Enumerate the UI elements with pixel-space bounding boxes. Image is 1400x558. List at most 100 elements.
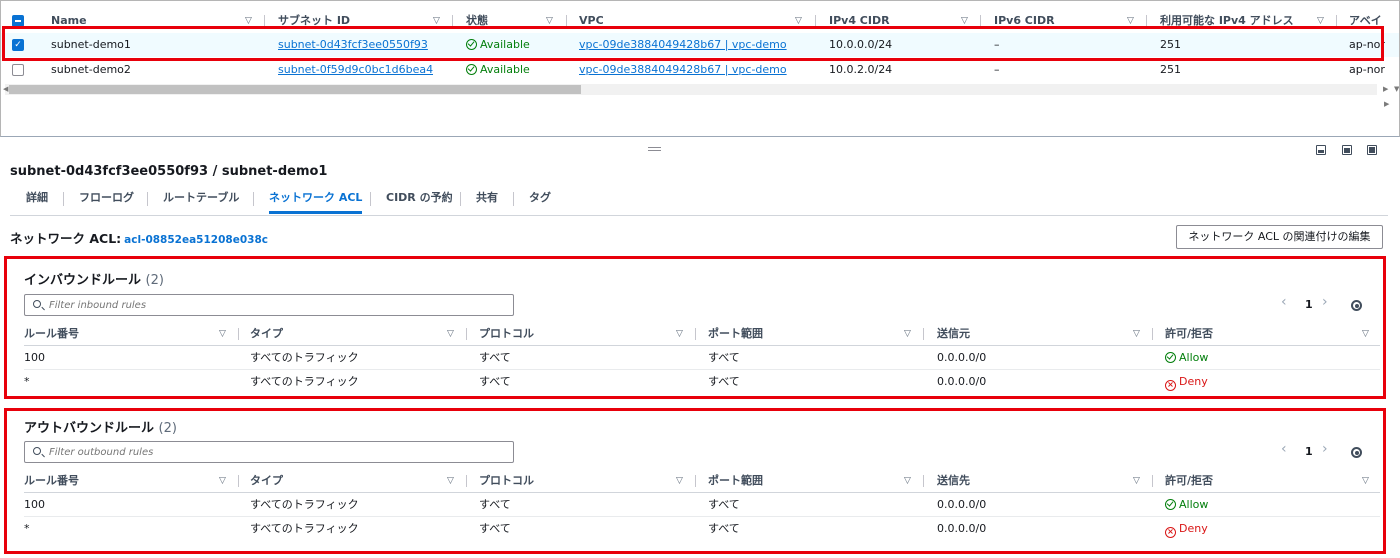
- acl-id-link[interactable]: acl-08852ea51208e038c: [124, 234, 268, 246]
- col-header-vpc[interactable]: VPC: [579, 9, 604, 33]
- sort-icon[interactable]: ▽: [433, 9, 440, 33]
- inbound-pagination: ‹ 1 ›: [1281, 294, 1341, 314]
- next-page-icon[interactable]: ›: [1322, 294, 1328, 310]
- col-header-rule-number[interactable]: ルール番号: [24, 322, 79, 346]
- rule-number: *: [24, 522, 30, 535]
- scroll-down-icon[interactable]: ▼: [1394, 85, 1399, 93]
- tab-route-table[interactable]: ルートテーブル: [163, 186, 239, 214]
- outbound-filter[interactable]: [24, 441, 514, 463]
- select-all-checkbox[interactable]: [12, 15, 24, 27]
- col-header-available-ipv4[interactable]: 利用可能な IPv4 アドレス: [1160, 9, 1294, 33]
- resize-handle[interactable]: [648, 147, 661, 151]
- rule-number: *: [24, 375, 30, 388]
- table-row[interactable]: ✓ subnet-demo1 subnet-0d43fcf3ee0550f93 …: [1, 33, 1399, 57]
- sort-icon[interactable]: ▽: [245, 9, 252, 33]
- inbound-table-header: ルール番号 ▽ タイプ ▽ プロトコル ▽ ポート範囲 ▽ 送信元 ▽ 許可/拒…: [24, 322, 1380, 346]
- row-checkbox[interactable]: [12, 64, 24, 76]
- scroll-right-icon[interactable]: ▶: [1384, 100, 1389, 108]
- col-header-type[interactable]: タイプ: [250, 469, 283, 493]
- col-header-port-range[interactable]: ポート範囲: [708, 469, 763, 493]
- vpc-link[interactable]: vpc-09de3884049428b67 | vpc-demo: [579, 58, 787, 82]
- col-header-allow-deny[interactable]: 許可/拒否: [1165, 322, 1213, 346]
- edit-acl-association-button[interactable]: ネットワーク ACL の関連付けの編集: [1176, 225, 1383, 249]
- table-row[interactable]: subnet-demo2 subnet-0f59d9c0bc1d6bea4 Av…: [1, 58, 1399, 82]
- sort-icon[interactable]: ▽: [1133, 469, 1140, 493]
- filter-inbound-input[interactable]: [49, 296, 499, 314]
- rule-destination: 0.0.0.0/0: [937, 522, 987, 535]
- rule-source: 0.0.0.0/0: [937, 351, 987, 364]
- col-header-source[interactable]: 送信元: [937, 322, 970, 346]
- col-header-state[interactable]: 状態: [466, 9, 488, 33]
- panel-split-icon[interactable]: [1342, 145, 1352, 155]
- rule-port-range: すべて: [708, 375, 740, 388]
- tab-network-acl[interactable]: ネットワーク ACL: [269, 186, 363, 214]
- gear-icon[interactable]: [1351, 447, 1362, 458]
- subnet-table: Name ▽ サブネット ID ▽ 状態 ▽ VPC ▽ IPv4 CIDR ▽…: [0, 0, 1400, 137]
- sort-icon[interactable]: ▽: [546, 9, 553, 33]
- tab-sharing[interactable]: 共有: [476, 186, 498, 214]
- col-header-ipv6-cidr[interactable]: IPv6 CIDR: [994, 9, 1055, 33]
- subnet-name: subnet-demo2: [51, 63, 131, 76]
- sort-icon[interactable]: ▽: [676, 322, 683, 346]
- tab-tags[interactable]: タグ: [529, 186, 551, 214]
- sort-icon[interactable]: ▽: [1362, 322, 1369, 346]
- prev-page-icon[interactable]: ‹: [1281, 441, 1287, 457]
- sort-icon[interactable]: ▽: [1127, 9, 1134, 33]
- col-header-port-range[interactable]: ポート範囲: [708, 322, 763, 346]
- rule-type: すべてのトラフィック: [250, 351, 359, 364]
- col-header-allow-deny[interactable]: 許可/拒否: [1165, 469, 1213, 493]
- panel-bottom-icon[interactable]: [1316, 145, 1326, 155]
- col-header-ipv4-cidr[interactable]: IPv4 CIDR: [829, 9, 890, 33]
- table-row[interactable]: * すべてのトラフィック すべて すべて 0.0.0.0/0 × Deny: [24, 517, 1380, 541]
- tab-flow-logs[interactable]: フローログ: [79, 186, 134, 214]
- prev-page-icon[interactable]: ‹: [1281, 294, 1287, 310]
- sort-icon[interactable]: ▽: [1362, 469, 1369, 493]
- sort-icon[interactable]: ▽: [447, 322, 454, 346]
- x-circle-icon: ×: [1165, 380, 1176, 391]
- col-header-subnet-id[interactable]: サブネット ID: [278, 9, 350, 33]
- tab-details[interactable]: 詳細: [26, 186, 48, 214]
- sort-icon[interactable]: ▽: [219, 469, 226, 493]
- scroll-left-icon[interactable]: ◀: [3, 85, 8, 93]
- rule-type: すべてのトラフィック: [250, 522, 359, 535]
- table-row[interactable]: 100 すべてのトラフィック すべて すべて 0.0.0.0/0 Allow: [24, 493, 1380, 517]
- table-row[interactable]: * すべてのトラフィック すべて すべて 0.0.0.0/0 × Deny: [24, 370, 1380, 394]
- sort-icon[interactable]: ▽: [1317, 9, 1324, 33]
- subnet-id-link[interactable]: subnet-0f59d9c0bc1d6bea4: [278, 58, 433, 82]
- col-header-protocol[interactable]: プロトコル: [479, 322, 534, 346]
- current-page[interactable]: 1: [1305, 445, 1313, 458]
- table-row[interactable]: 100 すべてのトラフィック すべて すべて 0.0.0.0/0 Allow: [24, 346, 1380, 370]
- current-page[interactable]: 1: [1305, 298, 1313, 311]
- scroll-right-icon[interactable]: ▶: [1383, 85, 1388, 93]
- subnet-id-link[interactable]: subnet-0d43fcf3ee0550f93: [278, 33, 428, 57]
- panel-full-icon[interactable]: [1367, 145, 1377, 155]
- col-header-destination[interactable]: 送信先: [937, 469, 970, 493]
- col-header-rule-number[interactable]: ルール番号: [24, 469, 79, 493]
- col-header-az[interactable]: アベイ: [1349, 9, 1382, 33]
- sort-icon[interactable]: ▽: [961, 9, 968, 33]
- sort-icon[interactable]: ▽: [904, 469, 911, 493]
- col-header-name[interactable]: Name: [51, 9, 87, 33]
- network-acl-heading: ネットワーク ACL: acl-08852ea51208e038c: [10, 228, 268, 247]
- col-header-protocol[interactable]: プロトコル: [479, 469, 534, 493]
- next-page-icon[interactable]: ›: [1322, 441, 1328, 457]
- filter-outbound-input[interactable]: [49, 443, 499, 461]
- scrollbar-thumb[interactable]: [9, 85, 581, 94]
- rule-protocol: すべて: [479, 522, 511, 535]
- sort-icon[interactable]: ▽: [904, 322, 911, 346]
- sort-icon[interactable]: ▽: [795, 9, 802, 33]
- inbound-title: インバウンドルール (2): [24, 273, 164, 288]
- sort-icon[interactable]: ▽: [676, 469, 683, 493]
- sort-icon[interactable]: ▽: [219, 322, 226, 346]
- tab-cidr-reservations[interactable]: CIDR の予約: [386, 186, 453, 214]
- check-circle-icon: [466, 39, 477, 50]
- inbound-filter[interactable]: [24, 294, 514, 316]
- sort-icon[interactable]: ▽: [447, 469, 454, 493]
- check-circle-icon: [466, 64, 477, 75]
- row-checkbox[interactable]: ✓: [12, 39, 24, 51]
- rule-port-range: すべて: [708, 498, 740, 511]
- col-header-type[interactable]: タイプ: [250, 322, 283, 346]
- sort-icon[interactable]: ▽: [1133, 322, 1140, 346]
- vpc-link[interactable]: vpc-09de3884049428b67 | vpc-demo: [579, 33, 787, 57]
- gear-icon[interactable]: [1351, 300, 1362, 311]
